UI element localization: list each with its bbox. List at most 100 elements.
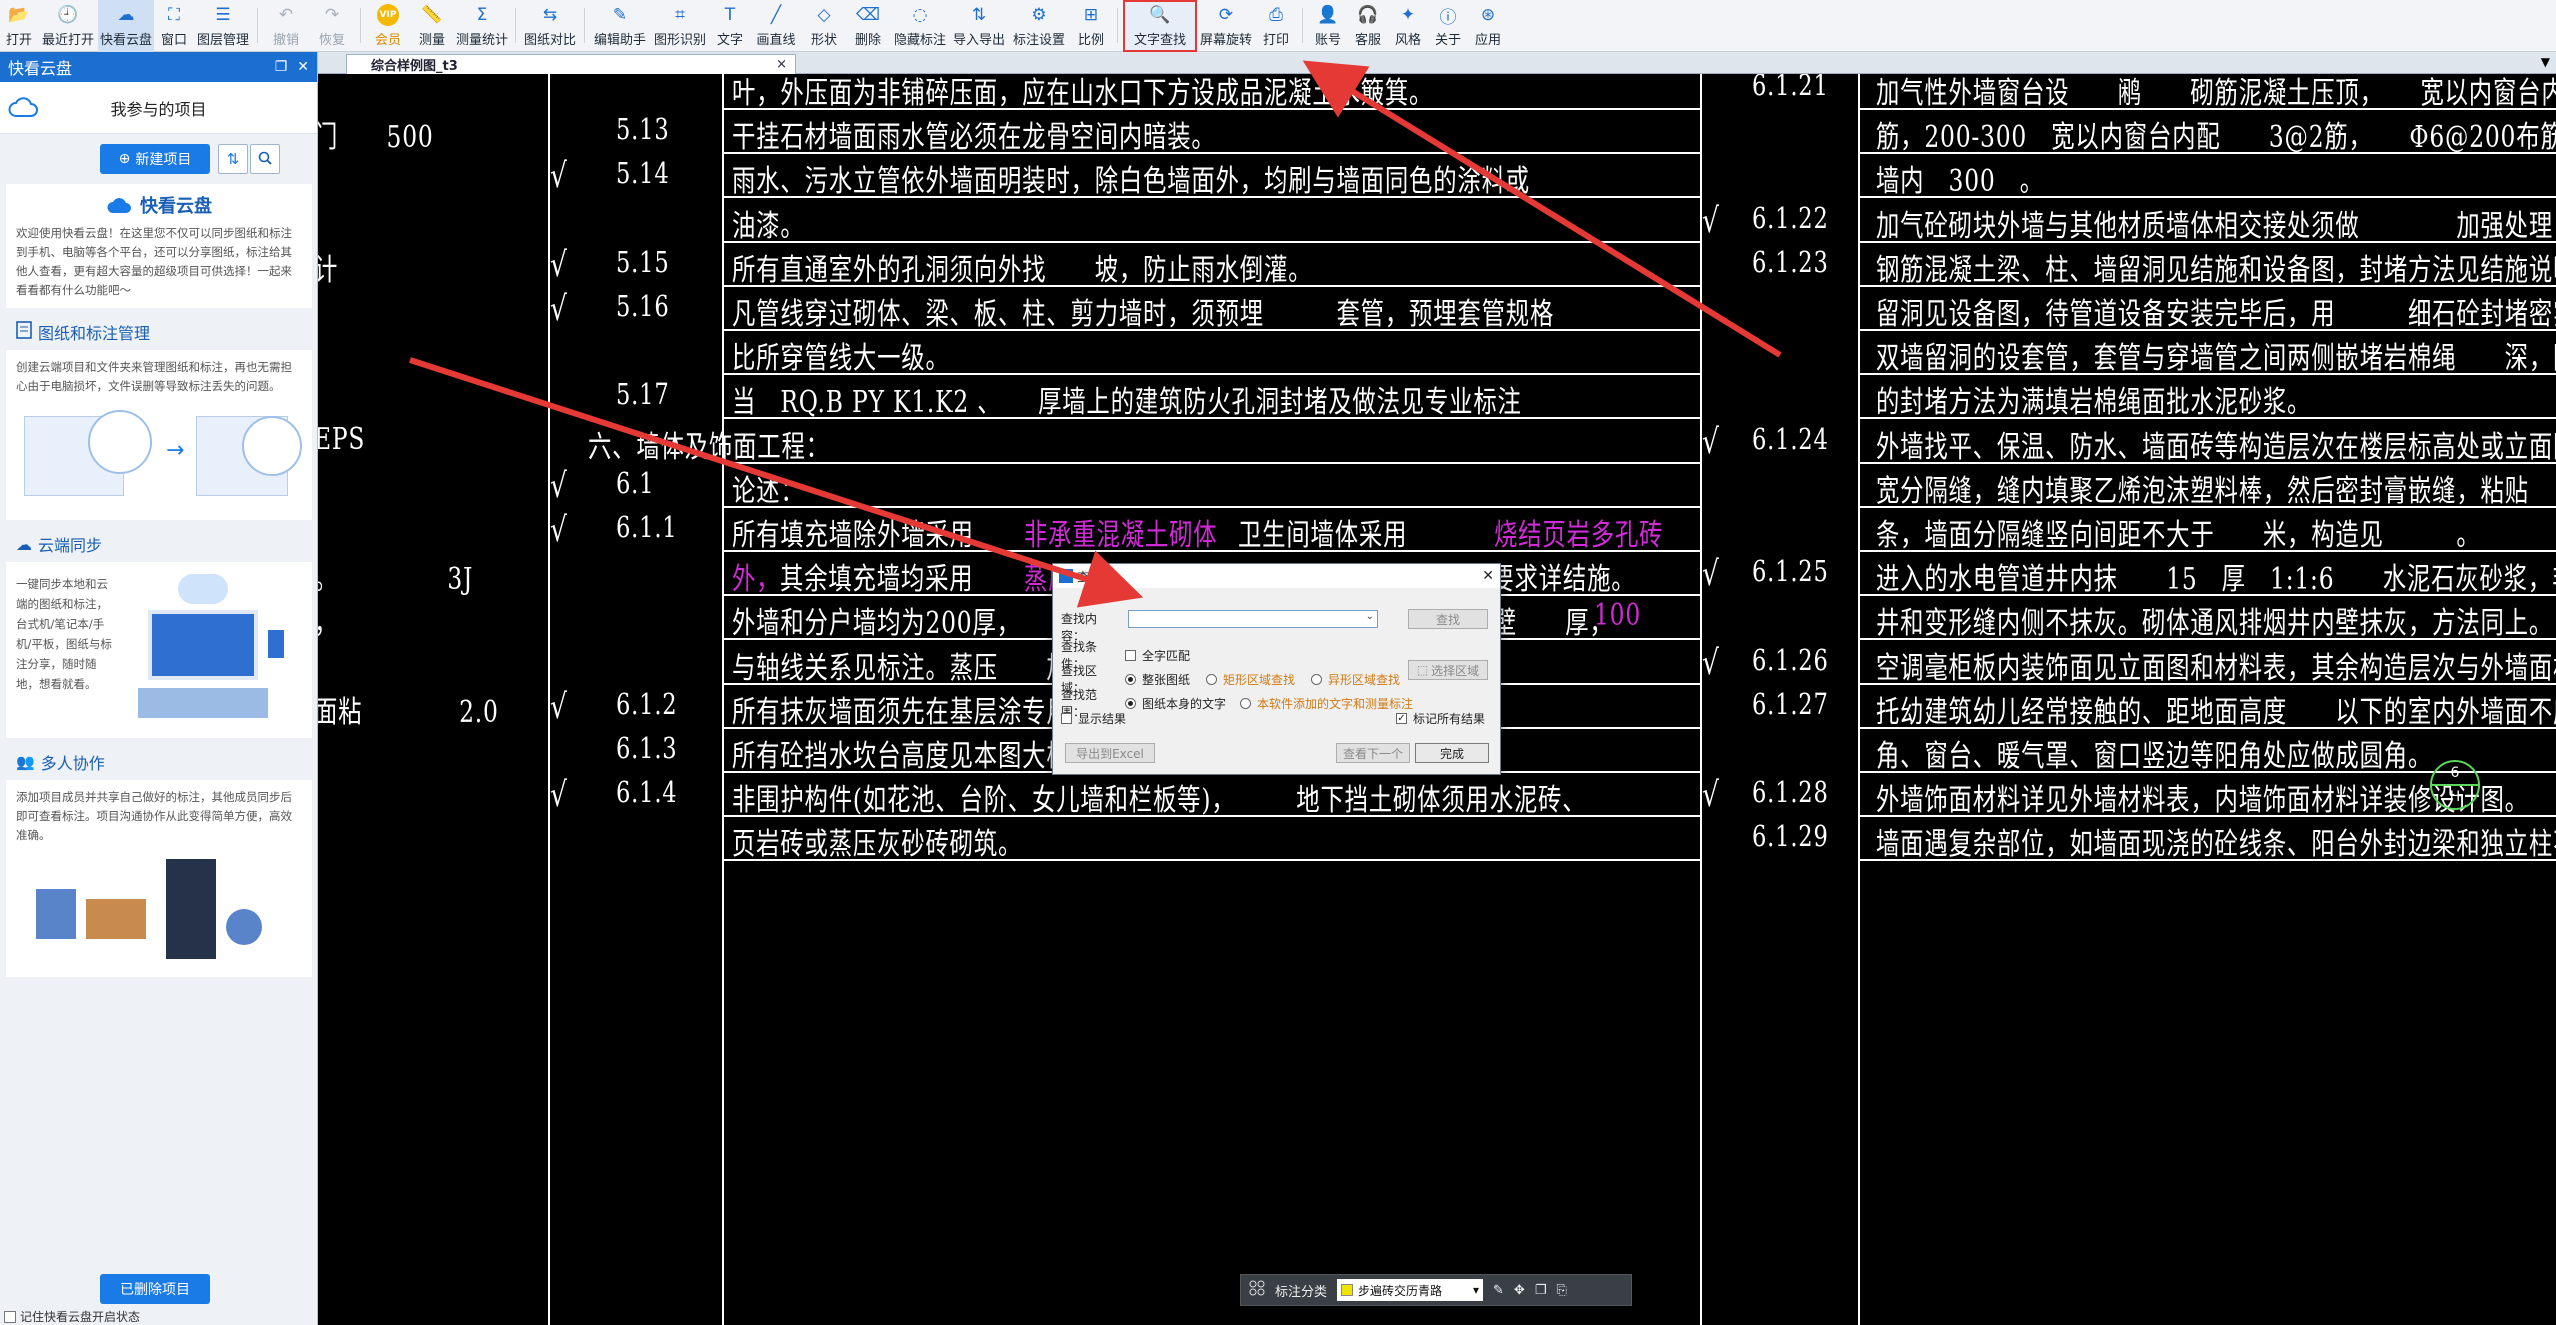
toolbar-button-rotate[interactable]: ⟳ 屏幕旋转 bbox=[1197, 0, 1255, 52]
toolbar-button-shape[interactable]: ◇ 形状 bbox=[802, 0, 846, 52]
edit-icon[interactable]: ✎ bbox=[1493, 1283, 1504, 1298]
copy-icon[interactable]: ❐ bbox=[1535, 1283, 1547, 1298]
scope-drawing-radio[interactable] bbox=[1125, 697, 1136, 709]
deleted-projects-button[interactable]: 已删除项目 bbox=[100, 1274, 210, 1304]
area-rect-radio[interactable] bbox=[1206, 673, 1218, 685]
show-results-checkbox[interactable] bbox=[1061, 713, 1072, 724]
detail-reference-circle: 6H bbox=[2430, 760, 2480, 810]
toolbar-button-hide-annotation[interactable]: ◌ 隐藏标注 bbox=[890, 0, 950, 52]
toolbar-label: 账号 bbox=[1314, 33, 1341, 48]
move-icon[interactable]: ✥ bbox=[1514, 1283, 1525, 1298]
toolbar-button-compare[interactable]: ⇆ 图纸对比 bbox=[521, 0, 579, 52]
area-whole-radio[interactable] bbox=[1125, 673, 1136, 685]
toolbar-button-window[interactable]: ⛶ 窗口 bbox=[154, 0, 194, 52]
toolbar-button-account[interactable]: 👤 账号 bbox=[1308, 0, 1348, 52]
toolbar-button-layers[interactable]: ☰ 图层管理 bbox=[194, 0, 252, 52]
toolbar-button-style[interactable]: ✦ 风格 bbox=[1388, 0, 1428, 52]
new-project-button[interactable]: ⊕ 新建项目 bbox=[100, 144, 210, 174]
toolbar-label: 测量 bbox=[418, 33, 445, 48]
close-icon[interactable]: ✕ bbox=[1482, 568, 1494, 584]
toolbar-button-undo[interactable]: ↶ 撤销 bbox=[263, 0, 309, 52]
find-content-input[interactable]: ⌄ bbox=[1128, 610, 1378, 628]
drawing-text: 100 bbox=[1594, 598, 1642, 634]
collaboration-illustration bbox=[16, 849, 302, 969]
drawing-text: 论述： bbox=[732, 473, 805, 509]
sync-button[interactable]: ⇅ bbox=[218, 144, 248, 174]
toolbar-label: 标注设置 bbox=[1012, 33, 1065, 48]
toolbar-button-line[interactable]: ╱ 画直线 bbox=[750, 0, 802, 52]
find-next-button[interactable]: 查看下一个 bbox=[1336, 743, 1410, 763]
cloud-intro-heading: 快看云盘 bbox=[140, 196, 212, 217]
close-icon[interactable]: ✕ bbox=[297, 59, 309, 75]
tab-close-icon[interactable]: × bbox=[776, 57, 787, 72]
toolbar-button-eraser[interactable]: ⌫ 删除 bbox=[846, 0, 890, 52]
mark-all-checkbox[interactable]: ✓ bbox=[1396, 713, 1407, 724]
print-icon: ⎙ bbox=[1269, 5, 1283, 25]
toolbar-button-text-search[interactable]: 🔍 文字查找 bbox=[1123, 0, 1197, 52]
toolbar-button-text[interactable]: T 文字 bbox=[710, 0, 750, 52]
toolbar-button-scale[interactable]: ⊞ 比例 bbox=[1070, 0, 1112, 52]
toolbar-button-info[interactable]: ⓘ 关于 bbox=[1428, 0, 1468, 52]
drawing-text: 加气砼砌块外墙与其他材质墙体相交接处须做 加强处理，配 bbox=[1876, 208, 2556, 244]
compare-icon: ⇆ bbox=[542, 5, 558, 25]
done-button[interactable]: 完成 bbox=[1415, 743, 1489, 763]
toolbar-label: 客服 bbox=[1354, 33, 1381, 48]
my-projects-bar[interactable]: 我参与的项目 bbox=[0, 82, 317, 134]
tab-menu-icon[interactable]: ▼ bbox=[2541, 55, 2550, 69]
toolbar-button-clock[interactable]: 🕘 最近打开 bbox=[38, 0, 98, 52]
toolbar-button-print[interactable]: ⎙ 打印 bbox=[1255, 0, 1297, 52]
drawing-text: 6.1.25 bbox=[1752, 554, 1829, 589]
tab-document-label: 综合样例图_t3 bbox=[371, 59, 458, 74]
drawing-text: 所有填充墙除外墙采用 bbox=[732, 518, 974, 553]
annotation-category-select[interactable]: 步遍砖交历青路 ▾ bbox=[1337, 1279, 1484, 1301]
whole-word-checkbox[interactable] bbox=[1125, 649, 1136, 661]
collaboration-desc: 添加项目成员并共享自己做好的标注，其他成员同步后即可查看标注。项目沟通协作从此变… bbox=[16, 790, 292, 842]
cloud-intro-desc: 欢迎使用快看云盘！在这里您不仅可以同步图纸和标注到手机、电脑等各个平台，还可以分… bbox=[16, 226, 292, 297]
cloud-sync-illustration bbox=[118, 570, 302, 730]
app-icon bbox=[1059, 569, 1073, 583]
toolbar-button-cloud[interactable]: ☁ 快看云盘 bbox=[98, 0, 154, 52]
toolbar-button-edit-assistant[interactable]: ✎ 编辑助手 bbox=[590, 0, 650, 52]
toolbar-button-shape-recognize[interactable]: ⌗ 图形识别 bbox=[650, 0, 710, 52]
area-irregular-radio[interactable] bbox=[1311, 673, 1323, 685]
checkmark: √ bbox=[1702, 642, 1720, 683]
restore-icon[interactable]: ❐ bbox=[275, 59, 288, 75]
cloud-intro-scroll[interactable]: 快看云盘 欢迎使用快看云盘！在这里您不仅可以同步图纸和标注到手机、电脑等各个平台… bbox=[0, 184, 318, 1234]
chevron-down-icon[interactable]: ⌄ bbox=[1366, 611, 1374, 622]
remember-state-checkbox[interactable]: 记住快看云盘开启状态 bbox=[4, 1308, 140, 1325]
checkbox-box[interactable] bbox=[4, 1310, 16, 1323]
toolbar-label: 打印 bbox=[1262, 33, 1289, 48]
toolbar-button-ruler[interactable]: 📏 测量 bbox=[410, 0, 454, 52]
toolbar-button-import-export[interactable]: ⇅ 导入导出 bbox=[950, 0, 1008, 52]
toolbar-button-apps[interactable]: ⊛ 应用 bbox=[1468, 0, 1508, 52]
toolbar-button-vip[interactable]: VIP 会员 bbox=[366, 0, 410, 52]
drawing-text: 比所穿管线大一级。 bbox=[732, 341, 950, 377]
toolbar-label: 应用 bbox=[1474, 33, 1501, 48]
cloud-icon bbox=[8, 96, 38, 122]
checkmark: √ bbox=[550, 465, 568, 506]
find-dialog-titlebar[interactable]: 查找 ✕ bbox=[1053, 564, 1500, 588]
find-button[interactable]: 查找 bbox=[1408, 609, 1488, 629]
grid-icon[interactable] bbox=[1249, 1280, 1265, 1300]
paste-icon[interactable]: ⎘ bbox=[1556, 1283, 1566, 1298]
toolbar-label: 恢复 bbox=[318, 33, 345, 48]
rotate-icon: ⟳ bbox=[1218, 5, 1234, 25]
search-button[interactable] bbox=[250, 144, 280, 174]
toolbar-button-support[interactable]: 🎧 客服 bbox=[1348, 0, 1388, 52]
category-color-swatch bbox=[1341, 1284, 1354, 1296]
my-projects-label: 我参与的项目 bbox=[110, 99, 207, 119]
drawing-text: 页岩砖或蒸压灰砂砖砌筑。 bbox=[732, 827, 1023, 863]
cloud-icon: ☁ bbox=[117, 5, 135, 25]
toolbar-button-redo[interactable]: ↷ 恢复 bbox=[309, 0, 355, 52]
toolbar-button-folder-open[interactable]: 📂 打开 bbox=[0, 0, 38, 52]
toolbar-button-annotation-settings[interactable]: ⚙ 标注设置 bbox=[1008, 0, 1070, 52]
toolbar-button-measure-stats[interactable]: Σ 测量统计 bbox=[454, 0, 510, 52]
select-area-label: 选择区域 bbox=[1431, 663, 1480, 678]
select-area-button[interactable]: ⬚ 选择区域 bbox=[1408, 660, 1488, 680]
drawing-grid-hline bbox=[722, 240, 1700, 243]
export-excel-button[interactable]: 导出到Excel bbox=[1065, 743, 1155, 763]
layers-icon: ☰ bbox=[215, 5, 231, 25]
scope-added-radio[interactable] bbox=[1240, 697, 1252, 709]
tab-document[interactable]: 综合样例图_t3 × bbox=[346, 54, 796, 74]
drawing-text: 井和变形缝内侧不抹灰。砌体通风排烟井内壁抹灰，方法同上。 bbox=[1876, 606, 2554, 642]
